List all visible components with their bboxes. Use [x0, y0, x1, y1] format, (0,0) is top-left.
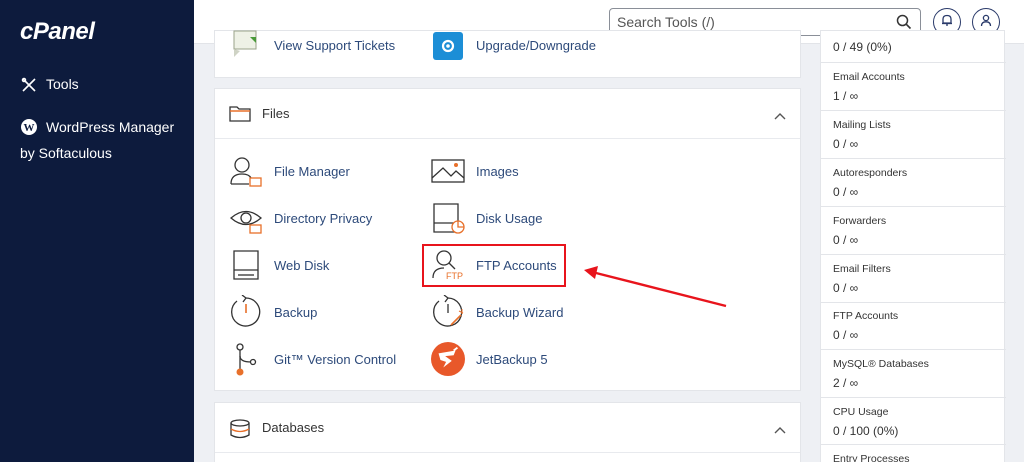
bell-icon — [940, 13, 954, 32]
git-icon — [229, 342, 263, 376]
ftp-accounts-highlight — [422, 244, 566, 287]
tool-disk-usage[interactable]: Disk Usage — [431, 200, 542, 236]
stat-row: 0 / 49 (0%) — [833, 40, 892, 54]
sidebar-item-sublabel: by Softaculous — [20, 145, 112, 161]
tool-view-support-tickets[interactable]: View Support Tickets — [229, 27, 395, 63]
stat-row: Forwarders 0 / ∞ — [821, 206, 1006, 254]
stat-row: MySQL® Databases 2 / ∞ — [821, 349, 1006, 397]
tool-backup-wizard[interactable]: Backup Wizard — [431, 294, 563, 330]
tool-git-version-control[interactable]: Git™ Version Control — [229, 341, 396, 377]
sidebar-item-tools[interactable]: Tools — [20, 76, 79, 94]
cpanel-logo[interactable]: cPanel — [20, 18, 95, 46]
disk-usage-icon — [431, 201, 465, 235]
databases-panel-header[interactable]: Databases — [215, 403, 800, 453]
databases-panel: Databases — [214, 402, 801, 462]
stat-row: Mailing Lists 0 / ∞ — [821, 110, 1006, 158]
annotation-arrow-icon — [584, 266, 727, 308]
support-tickets-icon — [229, 28, 263, 62]
tool-upgrade-downgrade[interactable]: Upgrade/Downgrade — [431, 27, 596, 63]
stat-row: CPU Usage 0 / 100 (0%) — [821, 397, 1006, 445]
files-panel: Files File Manager Directory Privacy Web… — [214, 88, 801, 391]
sidebar-item-wordpress-manager[interactable]: W WordPress Manager by Softaculous — [20, 114, 174, 166]
tool-web-disk[interactable]: Web Disk — [229, 247, 329, 283]
tool-backup[interactable]: Backup — [229, 294, 317, 330]
tool-jetbackup-5[interactable]: JetBackup 5 — [431, 341, 548, 377]
files-panel-header[interactable]: Files — [215, 89, 800, 139]
databases-panel-title: Databases — [262, 420, 325, 435]
svg-text:W: W — [24, 122, 35, 134]
support-panel: View Support Tickets Upgrade/Downgrade — [214, 30, 801, 78]
stat-row: Autoresponders 0 / ∞ — [821, 158, 1006, 206]
tools-icon — [20, 76, 38, 94]
sidebar-item-label: Tools — [46, 76, 79, 92]
tool-directory-privacy[interactable]: Directory Privacy — [229, 200, 372, 236]
directory-privacy-icon — [229, 201, 263, 235]
upgrade-icon — [431, 28, 465, 62]
backup-icon — [229, 295, 263, 329]
user-icon — [979, 13, 993, 32]
tool-images[interactable]: Images — [431, 153, 519, 189]
stat-row: FTP Accounts 0 / ∞ — [821, 302, 1006, 350]
stat-row: Entry Processes — [821, 444, 1006, 462]
images-icon — [431, 154, 465, 188]
backup-wizard-icon — [431, 295, 465, 329]
stat-row: Email Accounts 1 / ∞ — [821, 62, 1006, 110]
stat-row: Email Filters 0 / ∞ — [821, 254, 1006, 302]
database-icon — [229, 418, 251, 438]
chevron-up-icon[interactable] — [774, 421, 786, 439]
file-manager-icon — [229, 154, 263, 188]
sidebar-item-label: WordPress Manager — [46, 119, 175, 135]
folder-icon — [229, 105, 251, 123]
web-disk-icon — [229, 248, 263, 282]
statistics-panel: 0 / 49 (0%) Email Accounts 1 / ∞ Mailing… — [820, 30, 1006, 462]
sidebar: cPanel Tools W WordPress Manager by Soft… — [0, 0, 194, 462]
jetbackup-icon — [431, 342, 465, 376]
wordpress-icon: W — [20, 118, 38, 136]
files-panel-title: Files — [262, 106, 290, 121]
chevron-up-icon[interactable] — [774, 107, 786, 125]
tool-file-manager[interactable]: File Manager — [229, 153, 350, 189]
